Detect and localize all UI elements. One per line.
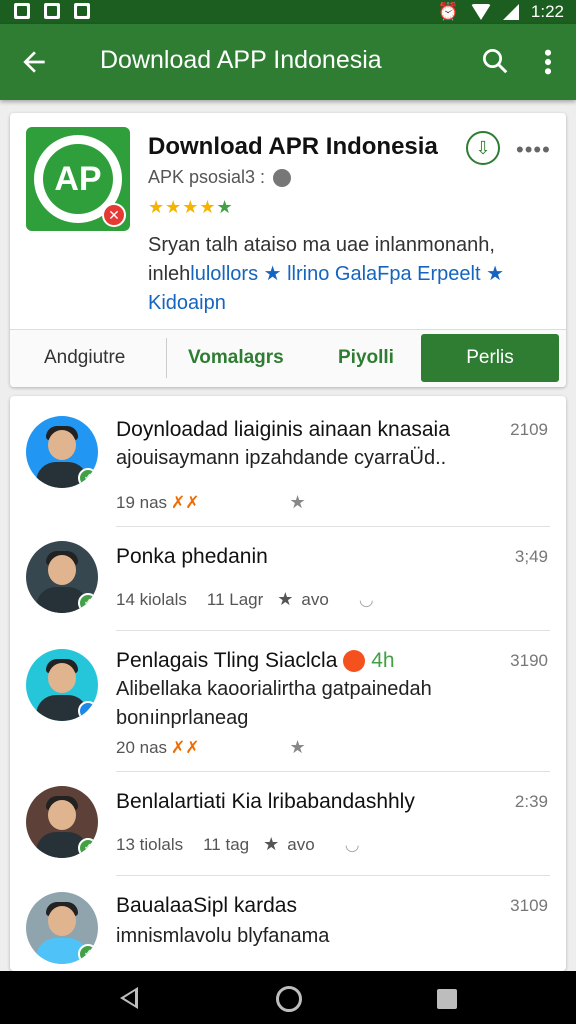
desc-link[interactable]: lulollors ★ llrino GalaFpa Erpeelt ★	[190, 263, 504, 285]
list-item[interactable]: ✓ Ponka phedanin 3;49 14 kiolals 11 Lagr…	[10, 527, 566, 630]
action-divider	[166, 338, 167, 378]
status-bar: ⏰ 1:22	[0, 0, 576, 24]
emoji-icon	[343, 650, 366, 673]
item-meta: 14 kiolals 11 Lagr ★ avo ◡	[116, 589, 374, 610]
verified-icon: ✓	[78, 593, 98, 613]
list-item[interactable]: Penlagais Tling Siaclcla 4h 3190 Alibell…	[10, 631, 566, 771]
feed-list: ✓ Doynloadad liaiginis ainaan knasaia 21…	[10, 396, 566, 971]
item-time: 2109	[510, 420, 548, 439]
item-body: imnismlavolu blyfanama	[116, 925, 330, 947]
item-time: 3190	[510, 651, 548, 670]
search-icon[interactable]	[480, 46, 510, 76]
app-subtitle: APK psosial3 :	[148, 167, 292, 188]
verified-icon: ✓	[78, 944, 98, 964]
app-logo-text: AP	[43, 144, 113, 214]
toolbar-title: Download APP Indonesia	[100, 46, 382, 74]
app-logo: AP ✕	[26, 127, 130, 231]
item-meta: 13 tiolals 11 tag ★ avo ◡	[116, 834, 360, 855]
item-body: ajouisaymann ipzahdande cyarraÜd..	[116, 447, 447, 469]
overflow-menu-icon[interactable]	[540, 46, 556, 78]
avatar: ✓	[26, 786, 98, 858]
list-item[interactable]: ✓ Doynloadad liaiginis ainaan knasaia 21…	[10, 396, 566, 526]
item-body: Alibellaka kaoorialirtha gatpainedah	[116, 678, 432, 700]
item-time: 3109	[510, 896, 548, 915]
status-time: 1:22	[530, 2, 564, 21]
list-item[interactable]: ✓ Benlalartiati Kia lribabandashhly 2:39…	[10, 772, 566, 875]
item-title: Ponka phedanin	[116, 545, 268, 568]
app-subtitle-text: APK psosial3 :	[148, 167, 266, 187]
photo-notification-icon	[74, 3, 90, 19]
primary-action-button[interactable]: Perlis	[421, 334, 559, 382]
item-title: Doynloadad liaiginis ainaan knasaia	[116, 418, 450, 441]
nav-home-icon[interactable]	[276, 986, 302, 1012]
action-button-3[interactable]: Piyolli	[338, 347, 394, 369]
avatar	[26, 649, 98, 721]
back-arrow-icon[interactable]	[18, 46, 50, 78]
moon-icon: ◡	[358, 589, 374, 609]
verified-icon: ✓	[78, 468, 98, 488]
card-more-icon[interactable]: ••••	[516, 137, 551, 163]
avatar: ✓	[26, 416, 98, 488]
nav-recents-icon[interactable]	[437, 989, 457, 1009]
image-notification-icon	[44, 3, 60, 19]
flame-icon: ✗✗	[171, 492, 200, 512]
item-time: 2:39	[514, 792, 548, 811]
action-button-2[interactable]: Vomalagrs	[188, 347, 284, 369]
alarm-icon: ⏰	[437, 2, 459, 21]
online-status-icon	[78, 701, 98, 721]
moon-icon: ◡	[344, 834, 360, 854]
avatar: ✓	[26, 892, 98, 964]
star-icon[interactable]: ★	[277, 589, 293, 610]
signal-icon	[502, 4, 519, 20]
app-name: Download APR Indonesia	[148, 133, 438, 160]
desc-line-1: Sryan talh ataiso ma uae inlanmonanh,	[148, 234, 495, 256]
item-body-2: bonıinprlaneag	[116, 707, 249, 729]
app-toolbar: Download APP Indonesia	[0, 24, 576, 100]
item-title: BaualaaSipl kardas	[116, 894, 297, 917]
item-time: 3;49	[514, 547, 548, 566]
system-nav-bar	[0, 971, 576, 1024]
star-icon[interactable]: ★	[263, 834, 279, 855]
flame-icon: ✗✗	[171, 737, 200, 757]
verified-icon: ✓	[78, 838, 98, 858]
notification-icon	[14, 3, 30, 19]
item-title: Penlagais Tling Siaclcla 4h	[116, 649, 395, 673]
rating-stars: ★★★★★	[148, 197, 234, 217]
app-description: Sryan talh ataiso ma uae inlanmonanh, in…	[148, 231, 548, 318]
install-icon[interactable]: ⇩	[466, 131, 500, 165]
item-meta: 19 nas ✗✗ ★	[116, 492, 306, 513]
desc-line-2: inleh	[148, 263, 191, 285]
action-row: Andgiutre Vomalagrs Piyolli Perlis	[10, 330, 566, 387]
item-meta: 20 nas ✗✗ ★	[116, 737, 306, 758]
item-title: Benlalartiati Kia lribabandashhly	[116, 790, 415, 813]
desc-line-3[interactable]: Kidoaipn	[148, 289, 548, 318]
list-item[interactable]: ✓ BaualaaSipl kardas 3109 imnismlavolu b…	[10, 876, 566, 971]
action-button-1[interactable]: Andgiutre	[44, 347, 125, 369]
remove-badge-icon: ✕	[102, 203, 126, 227]
nav-back-icon[interactable]	[120, 987, 138, 1009]
app-info-card: AP ✕ Download APR Indonesia APK psosial3…	[10, 113, 566, 387]
avatar: ✓	[26, 541, 98, 613]
info-icon	[273, 168, 292, 187]
star-icon[interactable]: ★	[290, 492, 306, 513]
wifi-icon	[470, 4, 491, 20]
star-icon[interactable]: ★	[290, 737, 306, 758]
